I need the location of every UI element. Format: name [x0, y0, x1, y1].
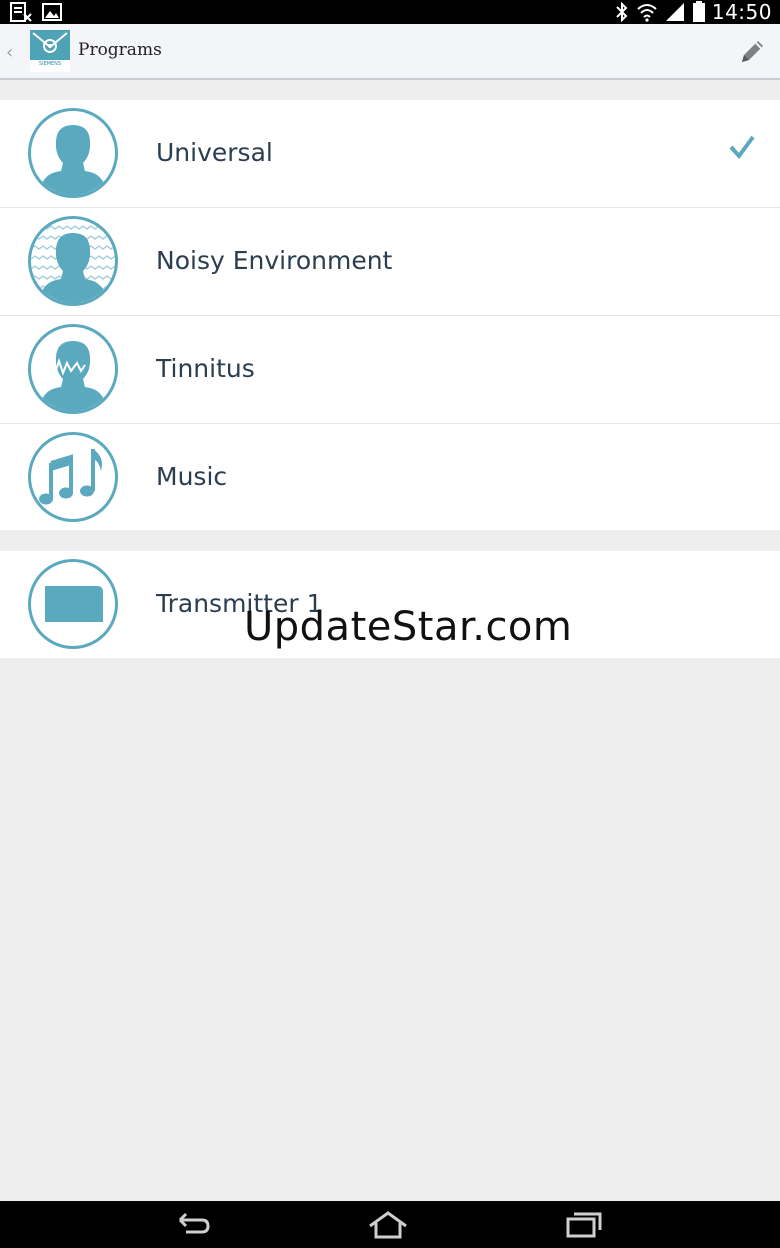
back-icon[interactable]	[174, 1210, 214, 1240]
person-noise-icon	[28, 216, 118, 306]
checkmark-icon	[729, 135, 755, 160]
page-title: Programs	[78, 40, 162, 60]
status-clock: 14:50	[711, 0, 772, 24]
transmitter-icon	[28, 559, 118, 649]
program-row-music[interactable]: Music	[0, 424, 780, 532]
app-logo[interactable]: SIEMENS	[30, 30, 70, 72]
watermark: UpdateStar.com	[244, 604, 573, 650]
battery-icon	[692, 1, 705, 22]
program-label: Universal	[156, 138, 273, 167]
bluetooth-icon	[616, 2, 628, 22]
action-bar: ‹ SIEMENS Programs	[0, 24, 780, 80]
program-label: Tinnitus	[156, 354, 255, 383]
chevron-left-icon[interactable]: ‹	[6, 42, 13, 63]
logo-graphic	[30, 30, 70, 60]
logo-text: SIEMENS	[38, 61, 62, 67]
program-row-noisy-environment[interactable]: Noisy Environment	[0, 208, 780, 316]
status-left-icons	[10, 2, 62, 22]
person-tinnitus-icon	[28, 324, 118, 414]
program-row-tinnitus[interactable]: Tinnitus	[0, 316, 780, 424]
home-icon[interactable]	[368, 1210, 408, 1240]
music-notes-icon	[28, 432, 118, 522]
program-label: Noisy Environment	[156, 246, 393, 275]
pencil-icon[interactable]	[736, 36, 768, 68]
nav-bar	[0, 1201, 780, 1248]
program-list: Universal Noisy Environment Tinnitus Mus…	[0, 100, 780, 530]
signal-icon	[665, 3, 684, 21]
wifi-icon	[637, 4, 657, 22]
program-row-universal[interactable]: Universal	[0, 100, 780, 208]
program-label: Music	[156, 462, 228, 491]
sim-card-icon	[10, 2, 32, 22]
status-bar: 14:50	[0, 0, 780, 24]
status-right: 14:50	[614, 0, 772, 24]
recent-apps-icon[interactable]	[564, 1210, 604, 1240]
image-icon	[42, 3, 62, 21]
person-icon	[28, 108, 118, 198]
